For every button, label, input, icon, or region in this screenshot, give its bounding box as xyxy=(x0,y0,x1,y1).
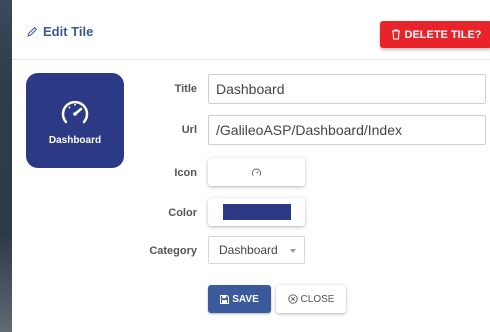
edit-tile-dialog: Edit Tile DELETE TILE? Dashboard Title D… xyxy=(12,0,490,332)
speedometer-icon xyxy=(251,168,262,176)
dialog-title-text: Edit Tile xyxy=(43,24,94,39)
delete-tile-label: DELETE TILE? xyxy=(404,28,482,41)
floppy-disk-icon xyxy=(220,294,230,304)
icon-label: Icon xyxy=(174,167,197,179)
url-label: Url xyxy=(181,124,197,136)
close-circle-icon xyxy=(287,294,298,304)
title-input[interactable]: Dashboard xyxy=(208,74,486,104)
icon-picker[interactable] xyxy=(208,158,305,186)
dialog-header: Edit Tile DELETE TILE? xyxy=(12,0,490,60)
url-input[interactable]: /GalileoASP/Dashboard/Index xyxy=(208,115,486,145)
color-swatch xyxy=(222,204,291,220)
save-button[interactable]: SAVE xyxy=(208,285,271,313)
category-select-value: Dashboard xyxy=(219,243,278,257)
delete-tile-button[interactable]: DELETE TILE? xyxy=(380,21,490,48)
title-input-value: Dashboard xyxy=(216,81,285,97)
caret-down-icon xyxy=(290,249,296,253)
url-input-value: /GalileoASP/Dashboard/Index xyxy=(216,122,402,138)
dialog-title: Edit Tile xyxy=(26,24,93,39)
save-button-label: SAVE xyxy=(232,293,259,305)
tile-preview-label: Dashboard xyxy=(48,135,102,146)
title-label: Title xyxy=(174,83,197,95)
close-button-label: CLOSE xyxy=(300,293,335,305)
close-button[interactable]: CLOSE xyxy=(276,285,346,313)
trash-icon xyxy=(391,29,400,40)
color-picker[interactable] xyxy=(208,198,305,226)
category-select[interactable]: Dashboard xyxy=(208,236,305,264)
category-label: Category xyxy=(149,245,197,257)
background-edge xyxy=(0,0,12,332)
color-label: Color xyxy=(168,207,197,219)
pencil-icon xyxy=(27,26,38,37)
